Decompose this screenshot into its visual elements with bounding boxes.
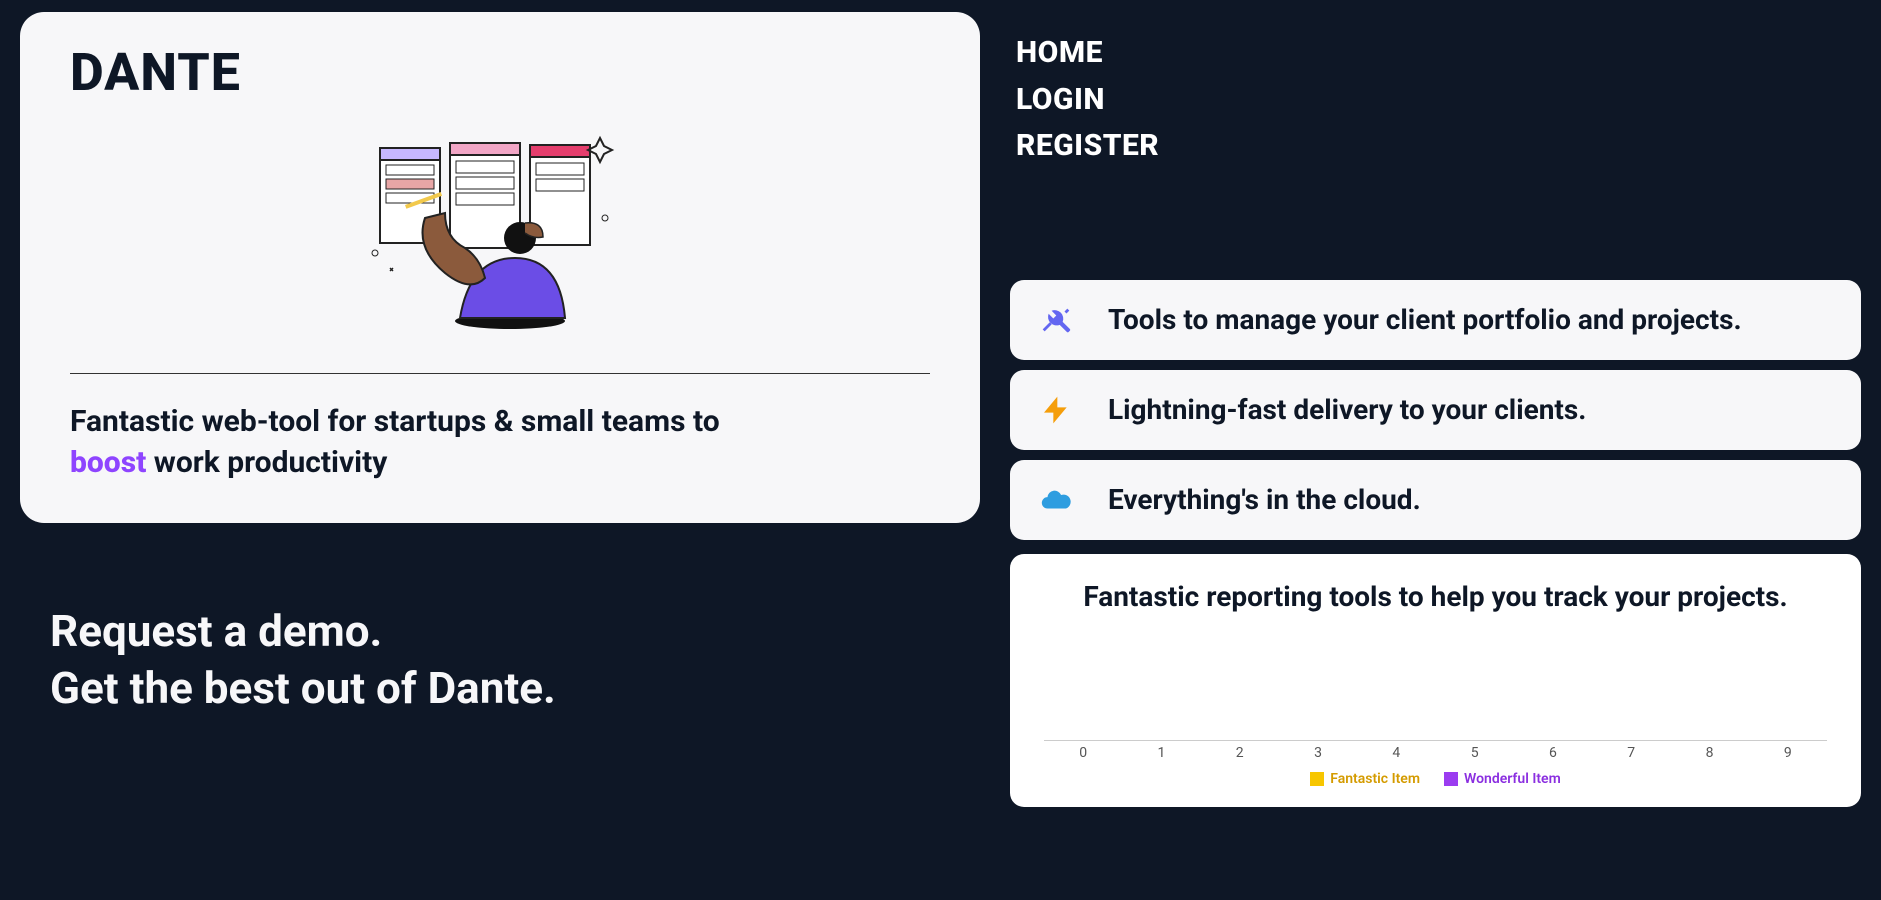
x-tick-label: 3 xyxy=(1279,745,1357,761)
demo-line-2: Get the best out of Dante. xyxy=(50,660,980,717)
x-tick-label: 6 xyxy=(1514,745,1592,761)
legend-item-b: Wonderful Item xyxy=(1444,771,1561,787)
chart-x-axis: 0123456789 xyxy=(1044,745,1827,761)
tagline-post: work productivity xyxy=(146,445,387,480)
x-tick-label: 1 xyxy=(1122,745,1200,761)
bar-chart xyxy=(1044,631,1827,741)
legend-swatch-a xyxy=(1310,772,1324,786)
nav-login[interactable]: LOGIN xyxy=(1016,77,1861,124)
feature-card-fast: Lightning-fast delivery to your clients. xyxy=(1010,370,1861,450)
tagline-boost: boost xyxy=(70,445,146,480)
legend-item-a: Fantastic Item xyxy=(1310,771,1420,787)
x-tick-label: 9 xyxy=(1749,745,1827,761)
legend-label-a: Fantastic Item xyxy=(1330,771,1420,787)
x-tick-label: 2 xyxy=(1201,745,1279,761)
feature-text: Tools to manage your client portfolio an… xyxy=(1108,303,1742,336)
tagline-pre: Fantastic web-tool for startups & small … xyxy=(70,404,720,439)
x-tick-label: 5 xyxy=(1435,745,1513,761)
legend-swatch-b xyxy=(1444,772,1458,786)
hero-tagline: Fantastic web-tool for startups & small … xyxy=(70,402,790,483)
chart-legend: Fantastic Item Wonderful Item xyxy=(1044,771,1827,787)
feature-text: Everything's in the cloud. xyxy=(1108,483,1421,516)
divider xyxy=(70,373,930,374)
kanban-person-illustration xyxy=(350,123,650,333)
tools-icon xyxy=(1038,302,1074,338)
chart-card: Fantastic reporting tools to help you tr… xyxy=(1010,554,1861,807)
feature-text: Lightning-fast delivery to your clients. xyxy=(1108,393,1586,426)
brand-logo-text: DANTE xyxy=(70,42,930,103)
cloud-icon xyxy=(1038,482,1074,518)
feature-card-tools: Tools to manage your client portfolio an… xyxy=(1010,280,1861,360)
nav-home[interactable]: HOME xyxy=(1016,30,1861,77)
hero-illustration xyxy=(70,123,930,333)
demo-cta-block: Request a demo. Get the best out of Dant… xyxy=(20,603,980,717)
bolt-icon xyxy=(1038,392,1074,428)
chart-title: Fantastic reporting tools to help you tr… xyxy=(1044,580,1827,613)
x-tick-label: 7 xyxy=(1592,745,1670,761)
hero-card: DANTE xyxy=(20,12,980,523)
demo-line-1: Request a demo. xyxy=(50,603,980,660)
x-tick-label: 4 xyxy=(1357,745,1435,761)
x-tick-label: 8 xyxy=(1670,745,1748,761)
primary-nav: HOME LOGIN REGISTER xyxy=(1010,12,1861,170)
nav-register[interactable]: REGISTER xyxy=(1016,123,1861,170)
x-tick-label: 0 xyxy=(1044,745,1122,761)
feature-card-cloud: Everything's in the cloud. xyxy=(1010,460,1861,540)
legend-label-b: Wonderful Item xyxy=(1464,771,1561,787)
